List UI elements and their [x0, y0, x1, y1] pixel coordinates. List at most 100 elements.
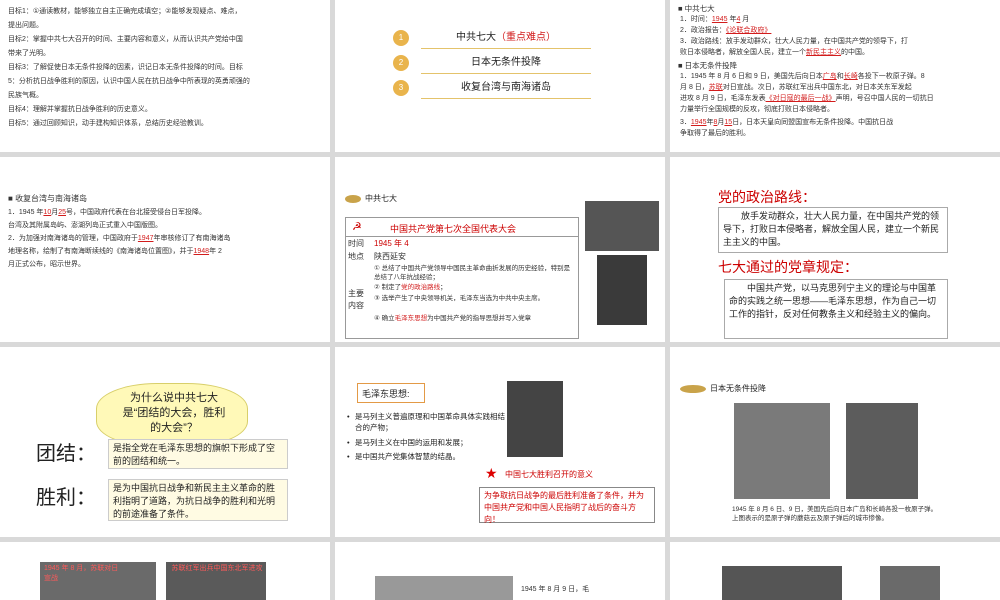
text: 1．1945 年 8 月 6 日和 9 日，美国先后向日本 — [680, 73, 823, 80]
blank: 广岛 — [822, 73, 837, 80]
bullet-dot: • — [347, 412, 350, 421]
victory-text: 是为中国抗日战争和新民主主义革命的胜利指明了道路，为抗日战争的胜利和光明的前途准… — [108, 479, 288, 521]
blank: 4 — [736, 16, 741, 23]
party-emblem-icon: ☭ — [352, 221, 362, 233]
bullet-text: 是中国共产党集体智慧的结晶。 — [355, 452, 460, 461]
slide-mao-statement[interactable]: 1945 年 8 月 9 日，毛 — [335, 542, 665, 600]
row-key: 时间 — [348, 239, 364, 248]
text: 年审核修订了有南海诸岛 — [153, 235, 231, 242]
fill-line: 2．为加强对南海诸岛的管理，中国政府于1947年审核修订了有南海诸岛 — [8, 233, 230, 245]
emperor-photo — [880, 566, 940, 600]
fill-line: 争取得了最后的胜利。 — [680, 130, 750, 137]
mao-portrait-photo — [507, 381, 563, 457]
slide-political-line[interactable]: 党的政治路线： 放手发动群众，壮大人民力量，在中国共产党的领导下，打败日本侵略者… — [670, 157, 1000, 342]
bullet-dot: • — [347, 452, 350, 461]
text: 败日本侵略者，解放全国人民，建立一个 — [680, 49, 806, 56]
text: 3． — [680, 119, 691, 126]
text: 对日宣战。次日，苏联红军出兵中国东北，对日本关东军发起 — [722, 84, 912, 91]
number-badge: 3 — [393, 80, 409, 96]
blank: 长崎 — [843, 73, 858, 80]
outline-item-note: （重点难点） — [496, 32, 556, 43]
mao-speech-photo — [597, 255, 647, 325]
cloud-icon — [680, 385, 706, 393]
constitution-text: 中国共产党，以马克思列宁主义的理论与中国革命的实践之统一思想——毛泽东思想，作为… — [724, 279, 948, 339]
objective-line: 带来了光明。 — [8, 50, 50, 57]
objective-line: 提出问题。 — [8, 22, 43, 29]
blank: 25 — [58, 209, 67, 216]
content-item: ① 总结了中国共产党领导中国民主革命曲折发展的历史经验，特别是总结了八年抗战经验… — [374, 265, 571, 281]
slide-taiwan[interactable]: ■ 收复台湾与南海诸岛 1．1945 年10月25号，中国政府代表在台北接受侵台… — [0, 157, 330, 342]
blank: 1945 — [690, 119, 707, 126]
text: ④ 确立 — [374, 315, 395, 322]
photo-caption: 1945 年 8 月 6 日、9 日，美国先后向日本广岛和长崎各投一枚原子弹。上… — [732, 506, 938, 522]
significance-text: 为争取抗日战争的最后胜利准备了条件，并为中国共产党和中国人民指明了战后的奋斗方向… — [479, 487, 655, 524]
photo-label: 1945 年 8 月，苏联对日宣战 — [44, 565, 119, 582]
slide-tag: 中共七大 — [365, 194, 397, 203]
number-badge: 1 — [393, 30, 409, 46]
slide-objectives[interactable]: 目标1：①通读教材，能够独立自主正确完成填空；②能够发现疑点、难点， 提出问题。… — [0, 0, 330, 152]
text: 声明，号召中国人民的一切抗日 — [835, 95, 934, 102]
text: 2．为加强对南海诸岛的管理，中国政府于 — [8, 235, 138, 242]
slide-mao-thought[interactable]: 毛泽东思想: • 是马列主义普遍原理和中国革命具体实践相结合的产物； • 是马列… — [335, 347, 665, 537]
blank: 苏联 — [708, 84, 723, 91]
heading-text: 日本无条件投降 — [684, 61, 738, 70]
section-heading: ■ 收复台湾与南海诸岛 — [8, 194, 88, 203]
congress-table: ☭ 中国共产党第七次全国代表大会 时间 1945 年 4 地点 陕西延安 主要内… — [345, 217, 579, 339]
star-icon: ★ — [485, 465, 498, 481]
bullet-text: 是马列主义普遍原理和中国革命具体实践相结合的产物； — [355, 412, 505, 432]
table-header: ☭ 中国共产党第七次全国代表大会 — [346, 218, 578, 237]
objective-line: 目标5：通过回顾知识，动手建构知识体系，总结历史经验教训。 — [8, 120, 208, 127]
fill-line: 台湾及其附属岛屿、澎湖列岛正式重入中国版图。 — [8, 222, 162, 229]
content-item: ② 制定了党的政治路线； — [374, 283, 447, 292]
text: 1．1945 年 — [8, 209, 44, 216]
mao-thought-box: 毛泽东思想: — [357, 383, 425, 403]
row-key: 主要内容 — [348, 289, 364, 310]
text: ； — [440, 284, 447, 291]
mushroom-cloud-photo — [734, 403, 830, 499]
objective-line: 目标4：理解并掌握抗日战争胜利的历史意义。 — [8, 106, 152, 113]
bullet-text: 是马列主义在中国的运用和发展； — [355, 438, 468, 447]
outline-item-label: 中共七大 — [456, 32, 496, 43]
caption-text: 1945 年 8 月 9 日，毛 — [521, 586, 590, 593]
significance-heading: 中国七大胜利召开的意义 — [505, 470, 593, 479]
slide-seventh-congress[interactable]: 中共七大 ☭ 中国共产党第七次全国代表大会 时间 1945 年 4 地点 陕西延… — [335, 157, 665, 342]
objective-line: 民族气概。 — [8, 92, 43, 99]
table-title: 中国共产党第七次全国代表大会 — [390, 224, 517, 234]
row-value: 1945 年 4 — [374, 239, 409, 248]
heading-political-line: 党的政治路线： — [718, 189, 816, 205]
text: 地理名称，绘制了有南海断续线的《南海诸岛位置图》，并于 — [8, 248, 194, 255]
unity-text: 是指全党在毛泽东思想的旗帜下形成了空前的团结和统一。 — [108, 439, 288, 469]
text: 月 8 日， — [680, 84, 709, 91]
slide-unity-victory[interactable]: 为什么说中共七大是“团结的大会，胜利的大会”？ 团结： 是指全党在毛泽东思想的旗… — [0, 347, 330, 537]
text: 为中国共产党的指导思想并写入党章 — [427, 315, 532, 322]
text: 月 — [742, 16, 750, 23]
city-ruins-photo — [846, 403, 918, 499]
slide-fill-blanks[interactable]: ■ 中共七大 1．时间：1945 年4 月 2．政治报告：《论联合政府》 3．政… — [670, 0, 1000, 152]
highlight: 党的政治路线 — [401, 284, 441, 291]
heading-text: 中共七大 — [684, 4, 715, 13]
outline-item[interactable]: 中共七大（重点难点） — [421, 28, 591, 49]
content-item: ④ 确立毛泽东思想为中国共产党的指导思想并写入党章 — [374, 314, 531, 323]
blank: 1948 — [193, 248, 210, 255]
objective-line: 目标3：了解促使日本无条件投降的因素，识记日本无条件投降的时间。目标 — [8, 64, 243, 71]
slide-surrender-photos[interactable] — [670, 542, 1000, 600]
fill-line: 月正式公布，昭示世界。 — [8, 261, 85, 268]
surrender-photo — [722, 566, 842, 600]
text: 和 — [836, 73, 844, 80]
heading-text: 收复台湾与南海诸岛 — [15, 194, 88, 203]
outline-item[interactable]: 收复台湾与南海诸岛 — [421, 78, 591, 99]
outline-item[interactable]: 日本无条件投降 — [421, 53, 591, 74]
blank: 《对日寇的最后一战》 — [765, 95, 836, 102]
row-key: 地点 — [348, 252, 364, 261]
photo-label: 苏联红军出兵中国东北军进攻 — [171, 565, 263, 572]
congress-hall-photo — [585, 201, 659, 251]
slide-soviet-war[interactable]: 1945 年 8 月，苏联对日宣战 苏联红军出兵中国东北军进攻 — [0, 542, 330, 600]
slide-outline[interactable]: 1 中共七大（重点难点） 2 日本无条件投降 3 收复台湾与南海诸岛 — [335, 0, 665, 152]
slide-japan-surrender[interactable]: 日本无条件投降 1945 年 8 月 6 日、9 日，美国先后向日本广岛和长崎各… — [670, 347, 1000, 537]
heading-party-constitution: 七大通过的党章规定： — [718, 259, 858, 275]
number-badge: 2 — [393, 55, 409, 71]
cloud-icon — [345, 195, 361, 203]
text: 各投下一枚原子弹。8 — [857, 73, 925, 80]
objective-line: 目标1：①通读教材，能够独立自主正确完成填空；②能够发现疑点、难点， — [8, 8, 242, 15]
blank: 1947 — [137, 235, 154, 242]
